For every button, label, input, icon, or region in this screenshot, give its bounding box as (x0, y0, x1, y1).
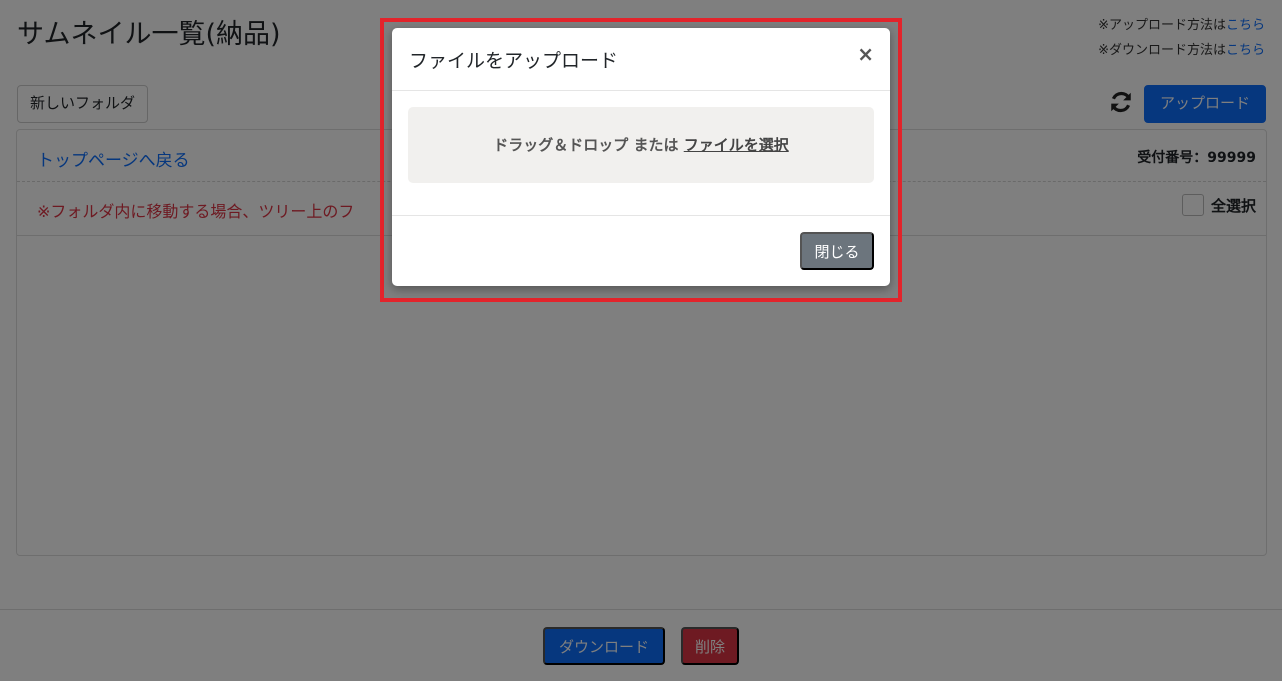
page: サムネイル一覧(納品) ※アップロード方法はこちら ※ダウンロード方法はこちら … (0, 0, 1282, 681)
modal-footer: 閉じる (392, 215, 890, 286)
modal-title: ファイルをアップロード (409, 50, 619, 72)
close-icon[interactable]: × (857, 44, 874, 64)
upload-modal: ファイルをアップロード × ドラッグ＆ドロップ または ファイルを選択 閉じる (392, 28, 890, 286)
close-button[interactable]: 閉じる (800, 232, 874, 270)
select-file-link[interactable]: ファイルを選択 (684, 136, 789, 154)
drop-zone-text: ドラッグ＆ドロップ または (493, 136, 684, 154)
drop-zone[interactable]: ドラッグ＆ドロップ または ファイルを選択 (408, 107, 874, 183)
modal-header: ファイルをアップロード × (392, 28, 890, 91)
